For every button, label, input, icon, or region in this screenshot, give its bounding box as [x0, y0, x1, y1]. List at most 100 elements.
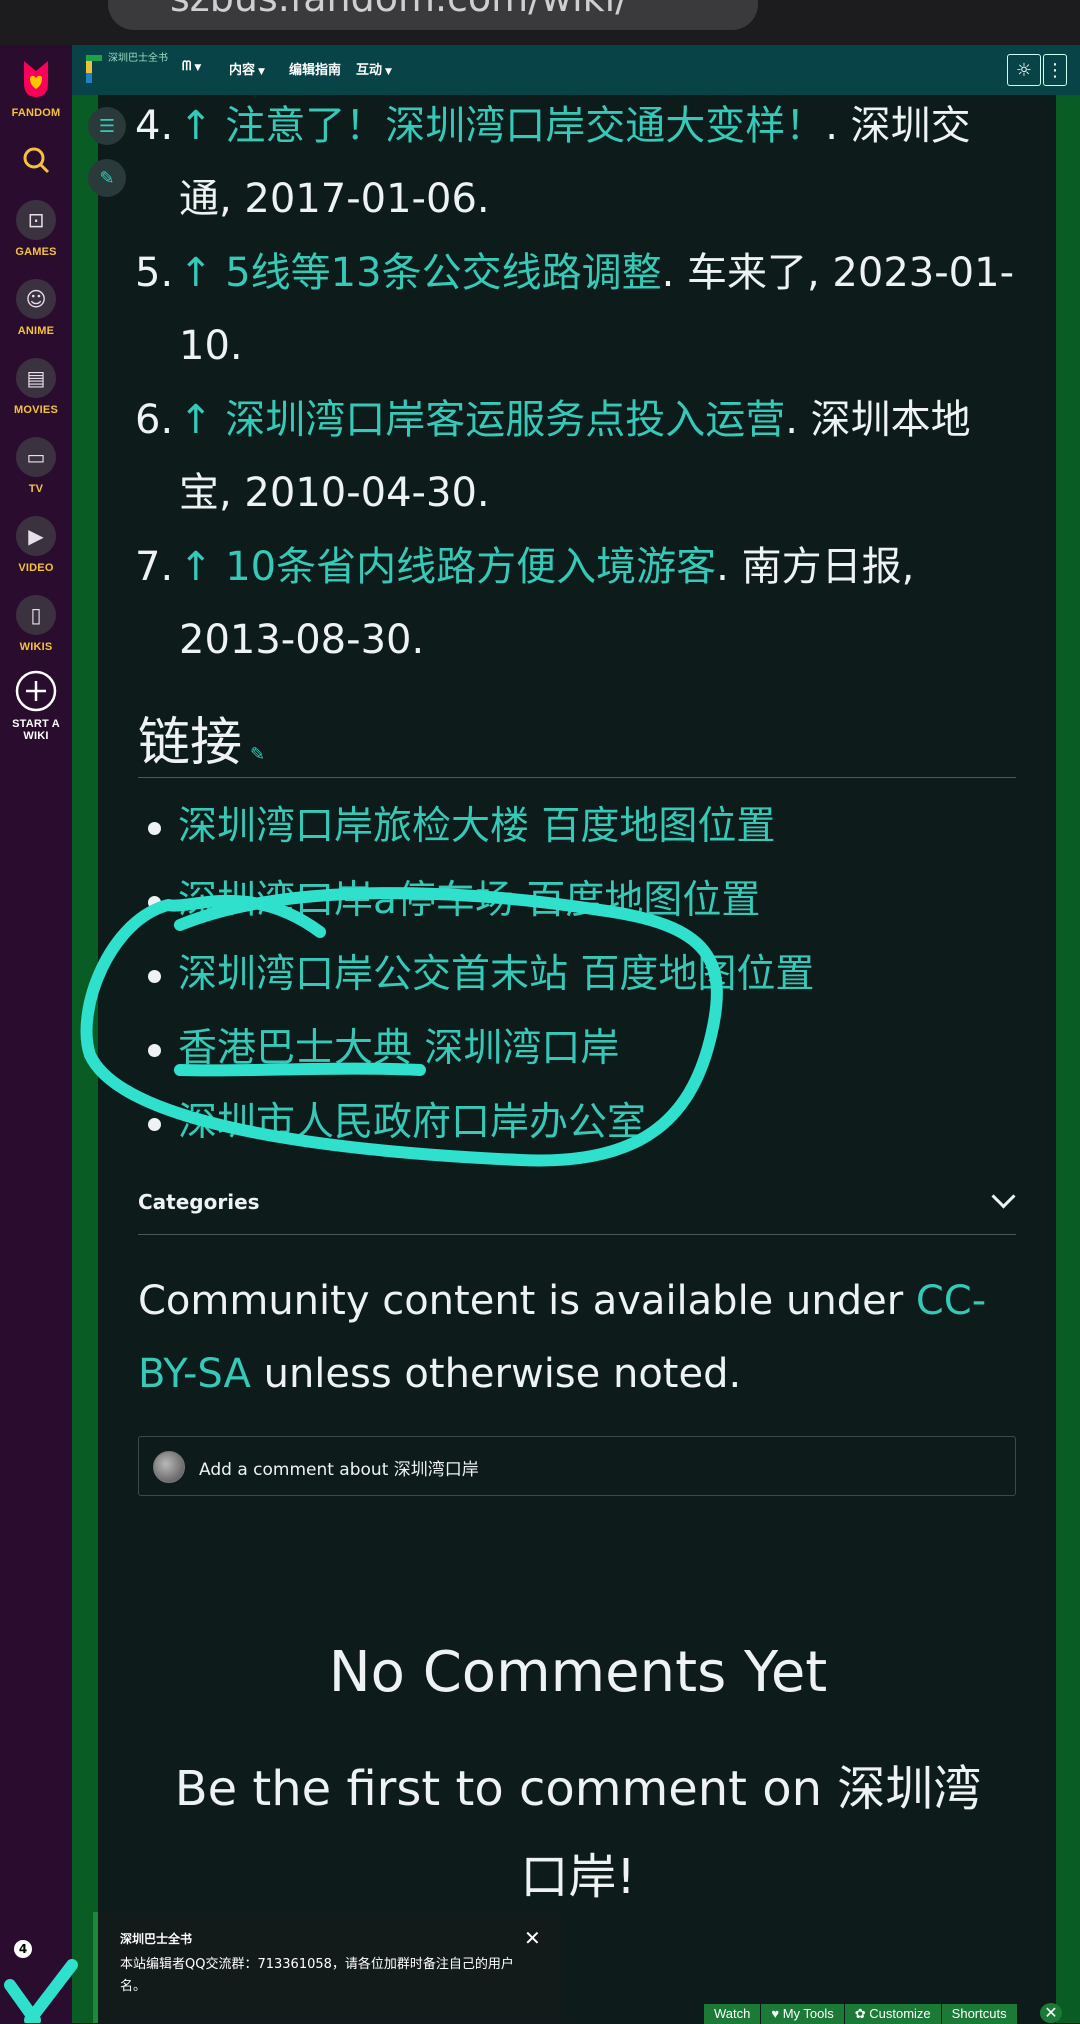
reference-number: 6.	[135, 397, 174, 443]
wiki-nav-guide[interactable]: 编辑指南	[289, 59, 341, 78]
links-list: 深圳湾口岸旅检大楼 百度地图位置 深圳湾口岸a停车场 百度地图位置 深圳湾口岸公…	[138, 790, 1018, 1160]
map-link[interactable]: 百度地图位置	[526, 878, 760, 923]
section-divider	[138, 1234, 1016, 1235]
close-icon[interactable]: ✕	[524, 1926, 541, 1950]
toast-message: 本站编辑者QQ交流群：713361058，请各位加群时备注自己的用户名。	[120, 1957, 514, 1994]
external-link[interactable]: 香港巴士大典	[178, 1026, 412, 1071]
external-link[interactable]: 深圳湾口岸	[424, 1026, 619, 1071]
chevron-down-icon: ▼	[258, 67, 265, 77]
start-wiki-button[interactable]: START A WIKI	[0, 670, 72, 742]
shortcuts-button[interactable]: Shortcuts	[941, 2004, 1017, 2024]
wiki-nav-label: 编辑指南	[289, 63, 342, 78]
kebab-icon: ⋮	[1046, 59, 1064, 81]
map-link[interactable]: 百度地图位置	[541, 804, 775, 849]
search-icon	[23, 147, 50, 174]
reference-item: 5. ↑ 5线等13条公交线路调整. 车来了, 2023-01-10.	[135, 237, 1015, 383]
address-bar[interactable]: szbus.fandom.com/wiki/	[108, 0, 758, 30]
wiki-nav-label: 互动	[356, 63, 383, 78]
fandom-home-link[interactable]: FANDOM	[0, 57, 72, 119]
chevron-down-icon: ▼	[385, 67, 392, 77]
links-heading: 链接 ✎	[138, 700, 265, 775]
rail-item-label: MOVIES	[14, 404, 58, 416]
page-background-left	[72, 45, 98, 2023]
gamepad-icon: ⊡	[16, 200, 56, 240]
external-link[interactable]: 深圳湾口岸公交首末站	[178, 952, 568, 997]
notification-toast: 深圳巴士全书 本站编辑者QQ交流群：713361058，请各位加群时备注自己的用…	[93, 1912, 561, 2023]
chevron-down-icon: ▼	[194, 63, 202, 73]
notification-count-badge[interactable]: 4	[14, 1940, 32, 1958]
wiki-header: 深圳巴士全书 ᗰ ▼ 内容 ▼ 编辑指南 互动 ▼ ☼ ⋮	[72, 45, 1080, 95]
edit-button[interactable]: ✎	[88, 159, 126, 197]
reference-item: 4. ↑ 注意了！深圳湾口岸交通大变样！. 深圳交通, 2017-01-06.	[135, 90, 1015, 236]
edit-section-icon[interactable]: ✎	[250, 744, 265, 765]
reference-link[interactable]: ↑ 10条省内线路方便入境游客	[179, 544, 716, 590]
my-tools-button[interactable]: ♥ My Tools	[761, 2004, 844, 2024]
reference-link[interactable]: ↑ 注意了！深圳湾口岸交通大变样！	[179, 103, 825, 149]
rail-item-wikis[interactable]: ▯ WIKIS	[0, 595, 72, 653]
wiki-nav-content[interactable]: 内容 ▼	[229, 59, 265, 78]
toc-button[interactable]: ☰	[88, 107, 126, 145]
wiki-logo-icon[interactable]	[86, 55, 102, 83]
external-link[interactable]: 深圳湾口岸a停车场	[178, 878, 514, 923]
fandom-brand-label: FANDOM	[11, 107, 61, 119]
reference-item: 6. ↑ 深圳湾口岸客运服务点投入运营. 深圳本地宝, 2010-04-30.	[135, 384, 1015, 530]
wiki-nav-explore[interactable]: ᗰ ▼	[182, 59, 201, 74]
rail-item-tv[interactable]: ▭ TV	[0, 437, 72, 495]
reference-number: 7.	[135, 544, 174, 590]
bullet	[148, 1118, 161, 1131]
wiki-nav-interact[interactable]: 互动 ▼	[356, 59, 392, 78]
license-text: unless otherwise noted.	[250, 1351, 742, 1397]
anime-face-icon: ☺	[16, 279, 56, 319]
rail-item-label: GAMES	[15, 246, 57, 258]
external-link[interactable]: 深圳市人民政府口岸办公室	[178, 1100, 646, 1145]
rail-item-label: VIDEO	[18, 562, 54, 574]
reference-link[interactable]: ↑ 5线等13条公交线路调整	[179, 250, 662, 296]
explore-icon: ᗰ	[182, 59, 192, 74]
bullet	[148, 1044, 161, 1057]
toolbar-close-icon[interactable]: ✕	[1040, 2003, 1062, 2023]
bullet	[148, 970, 161, 983]
list-item: 香港巴士大典 深圳湾口岸	[138, 1012, 1018, 1086]
reference-item: 7. ↑ 10条省内线路方便入境游客. 南方日报, 2013-08-30.	[135, 531, 1015, 677]
no-comments-title: No Comments Yet	[328, 1640, 828, 1705]
play-icon: ▶	[16, 516, 56, 556]
list-icon: ☰	[98, 115, 116, 137]
map-link[interactable]: 百度地图位置	[580, 952, 814, 997]
book-icon: ▯	[16, 595, 56, 635]
wiki-logo-text[interactable]: 深圳巴士全书	[108, 53, 168, 64]
categories-toggle[interactable]: Categories	[138, 1184, 1016, 1230]
theme-toggle-button[interactable]: ☼	[1007, 54, 1041, 86]
license-text: Community content is available under	[138, 1278, 916, 1324]
categories-label: Categories	[138, 1190, 260, 1214]
start-wiki-label: START A WIKI	[12, 718, 60, 742]
more-options-button[interactable]: ⋮	[1043, 54, 1067, 86]
bullet	[148, 822, 161, 835]
list-item: 深圳市人民政府口岸办公室	[138, 1086, 1018, 1160]
rail-item-label: TV	[28, 483, 44, 495]
film-icon: ▤	[16, 358, 56, 398]
wiki-nav-label: 内容	[229, 63, 256, 78]
page-background-right	[1056, 45, 1080, 2023]
tv-icon: ▭	[16, 437, 56, 477]
rail-item-video[interactable]: ▶ VIDEO	[0, 516, 72, 574]
list-item: 深圳湾口岸公交首末站 百度地图位置	[138, 938, 1018, 1012]
watch-button[interactable]: Watch	[704, 2004, 761, 2024]
browser-toolbar: szbus.fandom.com/wiki/	[0, 0, 1080, 45]
rail-item-label: WIKIS	[19, 641, 53, 653]
license-notice: Community content is available under CC-…	[138, 1265, 1018, 1411]
toast-title: 深圳巴士全书	[120, 1932, 193, 1946]
reference-link[interactable]: ↑ 深圳湾口岸客运服务点投入运营	[179, 397, 785, 443]
wiki-toolbar: Watch ♥ My Tools ✿ Customize Shortcuts	[704, 2003, 1018, 2024]
pencil-icon: ✎	[99, 167, 115, 189]
address-text: szbus.fandom.com/wiki/	[170, 0, 628, 20]
comment-input[interactable]: Add a comment about 深圳湾口岸	[138, 1436, 1016, 1496]
rail-item-movies[interactable]: ▤ MOVIES	[0, 358, 72, 416]
rail-item-games[interactable]: ⊡ GAMES	[0, 200, 72, 258]
fandom-sidebar: FANDOM ⊡ GAMES ☺ ANIME ▤ MOVIES ▭ TV ▶ V…	[0, 45, 72, 2023]
rail-item-anime[interactable]: ☺ ANIME	[0, 279, 72, 337]
external-link[interactable]: 深圳湾口岸旅检大楼	[178, 804, 529, 849]
bullet	[148, 896, 161, 909]
plus-circle-icon	[15, 670, 57, 712]
rail-search[interactable]	[0, 145, 72, 175]
customize-button[interactable]: ✿ Customize	[844, 2004, 941, 2024]
